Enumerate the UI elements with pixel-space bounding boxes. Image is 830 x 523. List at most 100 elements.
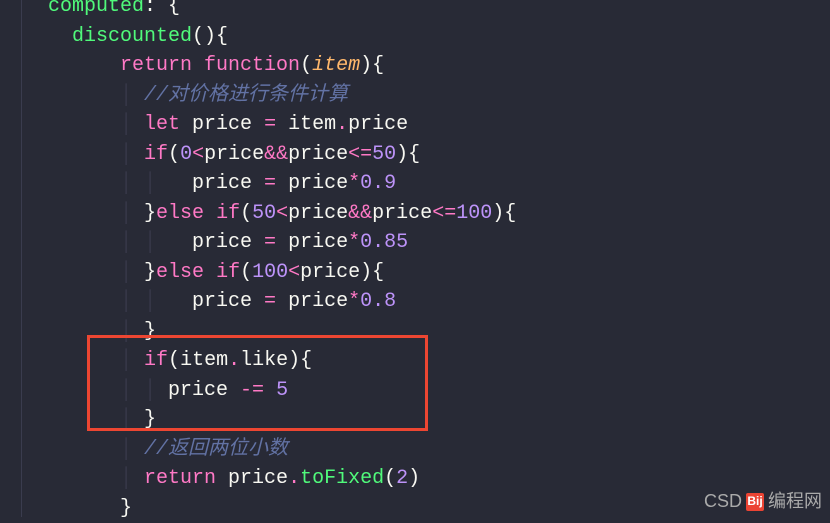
code-token: 100 [456, 202, 492, 225]
code-line[interactable]: │ if(item.like){ [48, 346, 516, 376]
code-line[interactable]: │ } [48, 317, 516, 347]
code-token: toFixed [300, 467, 384, 490]
code-line[interactable]: discounted(){ [48, 22, 516, 52]
code-line[interactable]: │ return price.toFixed(2) [48, 464, 516, 494]
code-line[interactable]: │ if(0<price&&price<=50){ [48, 140, 516, 170]
code-line[interactable]: │ //对价格进行条件计算 [48, 81, 516, 111]
code-token: = [264, 290, 276, 313]
code-token: function [204, 54, 300, 77]
code-token [204, 261, 216, 284]
code-token [48, 172, 120, 195]
code-token: ( [240, 261, 252, 284]
code-token: price [348, 113, 408, 136]
code-token [48, 113, 120, 136]
code-token: <= [348, 143, 372, 166]
code-token: if [144, 143, 168, 166]
code-token: * [348, 290, 360, 313]
code-token: ) [408, 467, 420, 490]
code-token: │ [120, 113, 144, 136]
code-token [48, 54, 120, 77]
code-token [48, 25, 72, 48]
code-token: ){ [396, 143, 420, 166]
code-token: price [168, 379, 240, 402]
code-line[interactable]: │ │ price = price*0.85 [48, 228, 516, 258]
code-token: 2 [396, 467, 408, 490]
code-token: price [192, 172, 264, 195]
code-token [204, 202, 216, 225]
code-token: price [372, 202, 432, 225]
code-line[interactable]: │ //返回两位小数 [48, 435, 516, 465]
code-token: ){ [360, 54, 384, 77]
code-token: return [144, 467, 216, 490]
code-token: │ [120, 408, 144, 431]
code-token: } [144, 202, 156, 225]
code-token: . [288, 467, 300, 490]
code-line[interactable]: │ let price = item.price [48, 110, 516, 140]
code-line[interactable]: │ }else if(50<price&&price<=100){ [48, 199, 516, 229]
code-token: && [348, 202, 372, 225]
watermark-text-right: 编程网 [768, 488, 822, 515]
code-token [264, 379, 276, 402]
code-line[interactable]: } [48, 494, 516, 523]
code-token [48, 408, 120, 431]
code-token: = [264, 172, 276, 195]
code-token: ( [240, 202, 252, 225]
code-line[interactable]: │ │ price -= 5 [48, 376, 516, 406]
code-token: { [168, 0, 180, 18]
code-token: price [276, 290, 348, 313]
code-token: if [144, 349, 168, 372]
code-line[interactable]: │ │ price = price*0.8 [48, 287, 516, 317]
code-token: ( [384, 467, 396, 490]
code-token: price [276, 172, 348, 195]
code-token: . [228, 349, 240, 372]
code-token: } [120, 497, 132, 520]
code-token: computed [48, 0, 144, 18]
code-token: │ [120, 261, 144, 284]
code-editor[interactable]: computed: { discounted(){ return functio… [22, 0, 516, 523]
code-token: price [204, 143, 264, 166]
code-token: * [348, 172, 360, 195]
code-token: price [288, 143, 348, 166]
code-token: } [144, 261, 156, 284]
code-token: │ │ [120, 231, 192, 254]
code-token: //对价格进行条件计算 [144, 84, 348, 107]
code-token: 0.85 [360, 231, 408, 254]
code-token: -= [240, 379, 264, 402]
code-token [48, 202, 120, 225]
code-token: if [216, 261, 240, 284]
code-line[interactable]: │ } [48, 405, 516, 435]
code-token: item [276, 113, 336, 136]
code-token: = [264, 231, 276, 254]
code-token: && [264, 143, 288, 166]
code-token: price [300, 261, 360, 284]
code-token: return [120, 54, 192, 77]
code-token: 5 [276, 379, 288, 402]
code-token: < [288, 261, 300, 284]
watermark-logo: Bij [746, 493, 764, 511]
code-token: │ │ [120, 379, 168, 402]
code-token: 50 [252, 202, 276, 225]
code-token [48, 84, 120, 107]
code-line[interactable]: │ }else if(100<price){ [48, 258, 516, 288]
code-token: ){ [288, 349, 312, 372]
code-line[interactable]: │ │ price = price*0.9 [48, 169, 516, 199]
code-token [48, 320, 120, 343]
code-token: price [216, 467, 288, 490]
code-token: if [216, 202, 240, 225]
code-line[interactable]: return function(item){ [48, 51, 516, 81]
code-token: │ [120, 467, 144, 490]
code-token: * [348, 231, 360, 254]
code-token: │ [120, 143, 144, 166]
code-line[interactable]: computed: { [48, 0, 516, 22]
code-token [48, 497, 120, 520]
code-token: < [276, 202, 288, 225]
code-token: } [144, 408, 156, 431]
code-token: (){ [192, 25, 228, 48]
code-token: } [144, 320, 156, 343]
code-token: //返回两位小数 [144, 438, 288, 461]
code-token: │ │ [120, 290, 192, 313]
code-token: ( [300, 54, 312, 77]
code-token: ( [168, 349, 180, 372]
code-token: price [192, 231, 264, 254]
code-token: < [192, 143, 204, 166]
